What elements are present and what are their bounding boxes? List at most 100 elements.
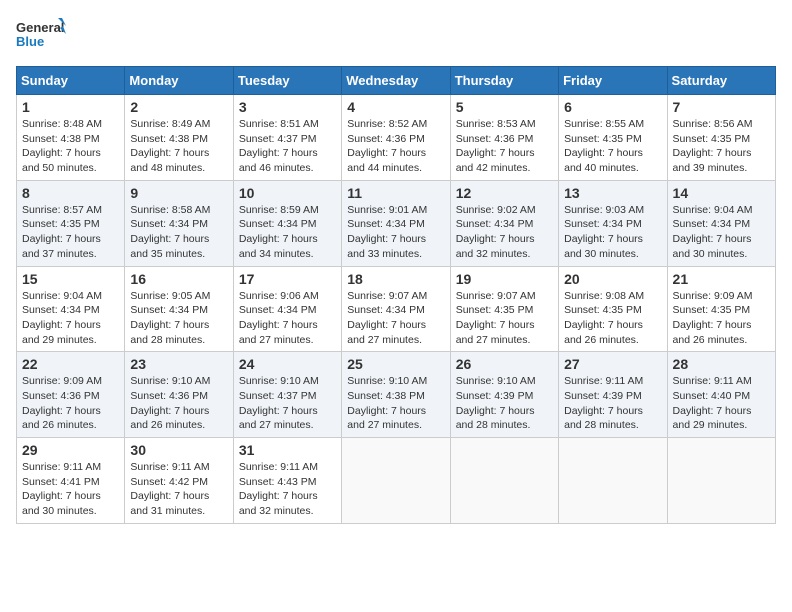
week-row-4: 22 Sunrise: 9:09 AMSunset: 4:36 PMDayligh… <box>17 352 776 438</box>
day-number: 25 <box>347 356 444 372</box>
weekday-header-wednesday: Wednesday <box>342 67 450 95</box>
week-row-2: 8 Sunrise: 8:57 AMSunset: 4:35 PMDaylight… <box>17 180 776 266</box>
calendar-cell: 19 Sunrise: 9:07 AMSunset: 4:35 PMDayligh… <box>450 266 558 352</box>
day-number: 21 <box>673 271 770 287</box>
day-number: 1 <box>22 99 119 115</box>
weekday-header-saturday: Saturday <box>667 67 775 95</box>
calendar-cell: 3 Sunrise: 8:51 AMSunset: 4:37 PMDaylight… <box>233 95 341 181</box>
calendar-cell <box>450 438 558 524</box>
calendar-cell: 24Sunrise: 9:10 AMSunset: 4:37 PMDayligh… <box>233 352 341 438</box>
cell-content: Sunrise: 8:51 AMSunset: 4:37 PMDaylight:… <box>239 117 336 176</box>
calendar-cell: 27 Sunrise: 9:11 AMSunset: 4:39 PMDayligh… <box>559 352 667 438</box>
day-number: 14 <box>673 185 770 201</box>
day-number: 3 <box>239 99 336 115</box>
cell-content: Sunrise: 9:11 AMSunset: 4:39 PMDaylight:… <box>564 374 661 433</box>
calendar-cell <box>667 438 775 524</box>
week-row-1: 1 Sunrise: 8:48 AMSunset: 4:38 PMDaylight… <box>17 95 776 181</box>
day-number: 7 <box>673 99 770 115</box>
cell-content: Sunrise: 9:04 AMSunset: 4:34 PMDaylight:… <box>673 203 770 262</box>
calendar-cell: 30 Sunrise: 9:11 AMSunset: 4:42 PMDayligh… <box>125 438 233 524</box>
cell-content: Sunrise: 8:56 AMSunset: 4:35 PMDaylight:… <box>673 117 770 176</box>
calendar-cell: 13 Sunrise: 9:03 AMSunset: 4:34 PMDayligh… <box>559 180 667 266</box>
cell-content: Sunrise: 8:57 AMSunset: 4:35 PMDaylight:… <box>22 203 119 262</box>
day-number: 23 <box>130 356 227 372</box>
cell-content: Sunrise: 9:04 AMSunset: 4:34 PMDaylight:… <box>22 289 119 348</box>
header-row: SundayMondayTuesdayWednesdayThursdayFrid… <box>17 67 776 95</box>
cell-content: Sunrise: 9:08 AMSunset: 4:35 PMDaylight:… <box>564 289 661 348</box>
calendar-cell: 2 Sunrise: 8:49 AMSunset: 4:38 PMDaylight… <box>125 95 233 181</box>
cell-content: Sunrise: 9:07 AMSunset: 4:35 PMDaylight:… <box>456 289 553 348</box>
calendar-cell: 22 Sunrise: 9:09 AMSunset: 4:36 PMDayligh… <box>17 352 125 438</box>
calendar-cell: 21Sunrise: 9:09 AMSunset: 4:35 PMDayligh… <box>667 266 775 352</box>
cell-content: Sunrise: 9:11 AMSunset: 4:42 PMDaylight:… <box>130 460 227 519</box>
calendar-cell: 31 Sunrise: 9:11 AMSunset: 4:43 PMDayligh… <box>233 438 341 524</box>
cell-content: Sunrise: 9:11 AMSunset: 4:40 PMDaylight:… <box>673 374 770 433</box>
day-number: 16 <box>130 271 227 287</box>
day-number: 19 <box>456 271 553 287</box>
calendar-cell <box>342 438 450 524</box>
calendar-cell: 6Sunrise: 8:55 AMSunset: 4:35 PMDaylight… <box>559 95 667 181</box>
day-number: 30 <box>130 442 227 458</box>
cell-content: Sunrise: 9:10 AMSunset: 4:39 PMDaylight:… <box>456 374 553 433</box>
day-number: 27 <box>564 356 661 372</box>
calendar-cell: 25 Sunrise: 9:10 AMSunset: 4:38 PMDayligh… <box>342 352 450 438</box>
day-number: 5 <box>456 99 553 115</box>
cell-content: Sunrise: 8:48 AMSunset: 4:38 PMDaylight:… <box>22 117 119 176</box>
calendar-cell: 14 Sunrise: 9:04 AMSunset: 4:34 PMDayligh… <box>667 180 775 266</box>
calendar-cell <box>559 438 667 524</box>
cell-content: Sunrise: 9:11 AMSunset: 4:43 PMDaylight:… <box>239 460 336 519</box>
day-number: 18 <box>347 271 444 287</box>
day-number: 8 <box>22 185 119 201</box>
weekday-header-tuesday: Tuesday <box>233 67 341 95</box>
calendar-cell: 15Sunrise: 9:04 AMSunset: 4:34 PMDayligh… <box>17 266 125 352</box>
cell-content: Sunrise: 9:03 AMSunset: 4:34 PMDaylight:… <box>564 203 661 262</box>
cell-content: Sunrise: 9:10 AMSunset: 4:38 PMDaylight:… <box>347 374 444 433</box>
day-number: 10 <box>239 185 336 201</box>
day-number: 11 <box>347 185 444 201</box>
day-number: 2 <box>130 99 227 115</box>
calendar-cell: 26 Sunrise: 9:10 AMSunset: 4:39 PMDayligh… <box>450 352 558 438</box>
cell-content: Sunrise: 9:02 AMSunset: 4:34 PMDaylight:… <box>456 203 553 262</box>
logo-svg: General Blue <box>16 16 66 58</box>
cell-content: Sunrise: 9:07 AMSunset: 4:34 PMDaylight:… <box>347 289 444 348</box>
day-number: 26 <box>456 356 553 372</box>
calendar-cell: 7 Sunrise: 8:56 AMSunset: 4:35 PMDaylight… <box>667 95 775 181</box>
calendar-table: SundayMondayTuesdayWednesdayThursdayFrid… <box>16 66 776 524</box>
calendar-cell: 11Sunrise: 9:01 AMSunset: 4:34 PMDayligh… <box>342 180 450 266</box>
day-number: 24 <box>239 356 336 372</box>
cell-content: Sunrise: 9:05 AMSunset: 4:34 PMDaylight:… <box>130 289 227 348</box>
calendar-cell: 17Sunrise: 9:06 AMSunset: 4:34 PMDayligh… <box>233 266 341 352</box>
day-number: 9 <box>130 185 227 201</box>
calendar-cell: 8 Sunrise: 8:57 AMSunset: 4:35 PMDaylight… <box>17 180 125 266</box>
day-number: 17 <box>239 271 336 287</box>
cell-content: Sunrise: 8:58 AMSunset: 4:34 PMDaylight:… <box>130 203 227 262</box>
cell-content: Sunrise: 8:49 AMSunset: 4:38 PMDaylight:… <box>130 117 227 176</box>
calendar-cell: 28Sunrise: 9:11 AMSunset: 4:40 PMDayligh… <box>667 352 775 438</box>
calendar-cell: 5Sunrise: 8:53 AMSunset: 4:36 PMDaylight… <box>450 95 558 181</box>
weekday-header-sunday: Sunday <box>17 67 125 95</box>
day-number: 13 <box>564 185 661 201</box>
svg-text:General: General <box>16 20 64 35</box>
day-number: 12 <box>456 185 553 201</box>
cell-content: Sunrise: 9:09 AMSunset: 4:36 PMDaylight:… <box>22 374 119 433</box>
header: General Blue <box>16 16 776 58</box>
calendar-cell: 12 Sunrise: 9:02 AMSunset: 4:34 PMDayligh… <box>450 180 558 266</box>
logo: General Blue <box>16 16 66 58</box>
day-number: 22 <box>22 356 119 372</box>
day-number: 20 <box>564 271 661 287</box>
calendar-cell: 20 Sunrise: 9:08 AMSunset: 4:35 PMDayligh… <box>559 266 667 352</box>
cell-content: Sunrise: 8:59 AMSunset: 4:34 PMDaylight:… <box>239 203 336 262</box>
week-row-3: 15Sunrise: 9:04 AMSunset: 4:34 PMDayligh… <box>17 266 776 352</box>
calendar-cell: 18 Sunrise: 9:07 AMSunset: 4:34 PMDayligh… <box>342 266 450 352</box>
svg-text:Blue: Blue <box>16 34 44 49</box>
calendar-cell: 16 Sunrise: 9:05 AMSunset: 4:34 PMDayligh… <box>125 266 233 352</box>
calendar-cell: 29 Sunrise: 9:11 AMSunset: 4:41 PMDayligh… <box>17 438 125 524</box>
day-number: 6 <box>564 99 661 115</box>
day-number: 29 <box>22 442 119 458</box>
cell-content: Sunrise: 8:52 AMSunset: 4:36 PMDaylight:… <box>347 117 444 176</box>
weekday-header-monday: Monday <box>125 67 233 95</box>
cell-content: Sunrise: 9:11 AMSunset: 4:41 PMDaylight:… <box>22 460 119 519</box>
calendar-cell: 4Sunrise: 8:52 AMSunset: 4:36 PMDaylight… <box>342 95 450 181</box>
day-number: 31 <box>239 442 336 458</box>
weekday-header-thursday: Thursday <box>450 67 558 95</box>
